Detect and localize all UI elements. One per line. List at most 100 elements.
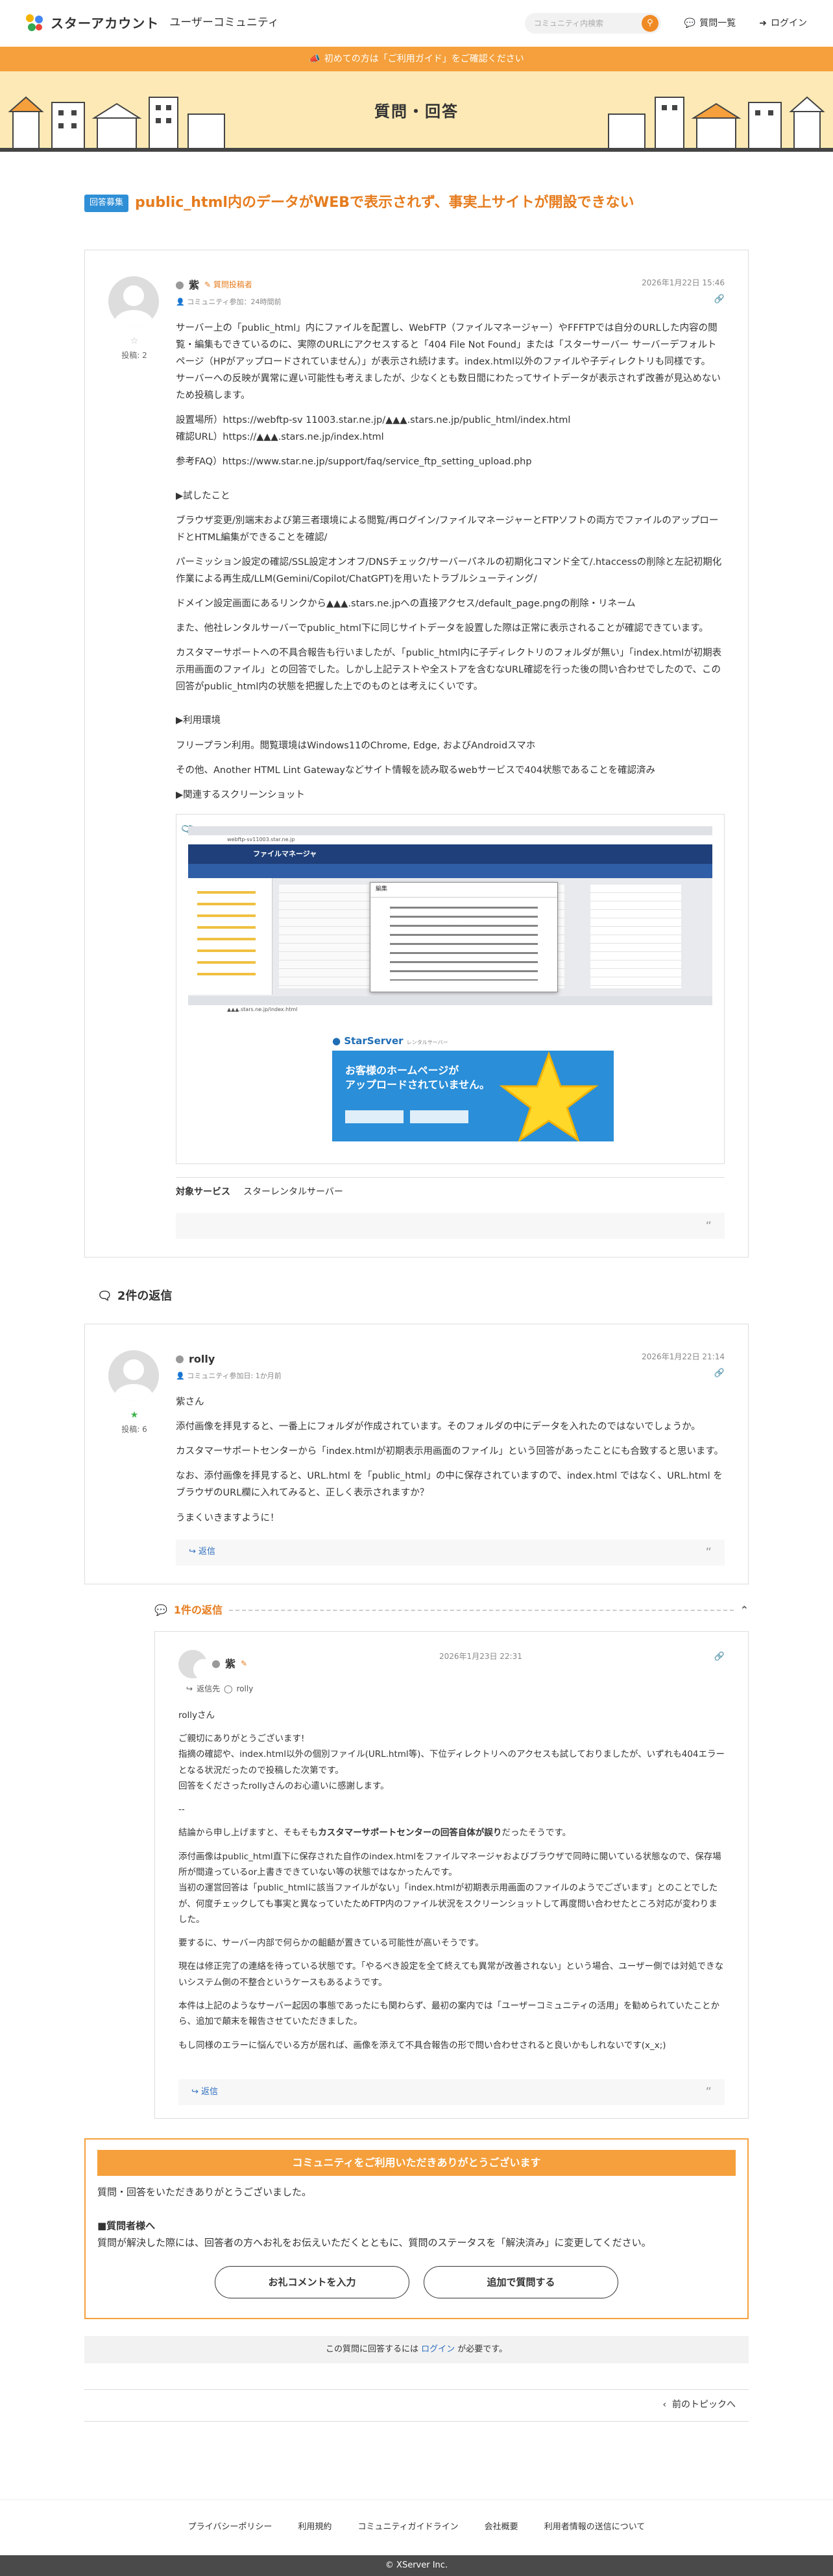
nav-login-label: ログイン — [771, 18, 807, 29]
services-value[interactable]: スターレンタルサーバー — [243, 1184, 343, 1200]
brand-sub: レンタルサーバー — [406, 1039, 448, 1045]
reply-card: ★ 投稿: 6 rolly 👤 コミュニティ参加日: 1か月前 2026年1月2… — [84, 1323, 749, 1584]
chat-bubbles-icon: 💬 — [684, 18, 696, 29]
notice-banner[interactable]: 📣 初めての方は「ご利用ガイド」をご確認ください — [0, 47, 833, 71]
paragraph: ご親切にありがとうございます! — [178, 1733, 305, 1744]
hero-banner: 質問・回答 — [0, 71, 833, 152]
paragraph: 設置場所）https://webftp-sv 11003.star.ne.jp/… — [176, 415, 571, 426]
chevron-up-icon[interactable]: ⌃ — [740, 1601, 749, 1619]
post-date: 2026年1月23日 22:31 — [439, 1651, 522, 1661]
join-info: 👤 コミュニティ参加：24時間前 — [176, 297, 282, 306]
fm-title: ファイルマネージャ — [188, 844, 712, 864]
reply-to-user[interactable]: rolly — [237, 1682, 254, 1696]
comments-icon: 💬 — [154, 1603, 167, 1616]
author-name[interactable]: 紫 — [225, 1655, 235, 1673]
reply-button[interactable]: ↪ 返信 — [191, 2085, 218, 2100]
message-line-1: お客様のホームページが — [345, 1064, 459, 1077]
replies-heading-text: 2件の返信 — [117, 1289, 173, 1304]
permalink-icon[interactable]: 🔗 — [642, 1366, 725, 1381]
footer-link-privacy[interactable]: プライバシーポリシー — [188, 2520, 272, 2535]
author-name[interactable]: 紫 — [189, 276, 199, 294]
quote-icon[interactable]: “ — [706, 1542, 712, 1563]
brand-text: StarServer — [344, 1034, 404, 1047]
fm-tree — [188, 877, 272, 995]
paragraph: 現在は修正完了の連絡を待っている状態です。「やるべき設定を全て終えても異常が改善… — [178, 1961, 724, 1988]
author-line: 紫 ✎ — [178, 1649, 247, 1678]
site-logo[interactable]: スターアカウント ユーザーコミュニティ — [26, 12, 279, 35]
post-date: 2026年1月22日 21:14 — [642, 1352, 725, 1361]
thanks-comment-button[interactable]: お礼コメントを入力 — [215, 2265, 409, 2298]
sub-replies-toggle[interactable]: 💬 1件の返信 ⌃ — [154, 1601, 749, 1619]
text-span: 結論から申し上げますと、そもそも — [178, 1828, 319, 1839]
megaphone-icon: 📣 — [309, 53, 320, 64]
small-avatar-icon: ◯ — [224, 1684, 233, 1693]
browser-tabbar — [188, 826, 712, 835]
reply-button[interactable]: ↪ 返信 — [189, 1545, 215, 1560]
copyright: © XServer Inc. — [0, 2555, 833, 2576]
search-input[interactable]: コミュニティ内検索 ⚲ — [524, 13, 661, 34]
attached-screenshot[interactable]: 📎 webftp-sv11003.star.ne.jp ファイルマネージャ 編集 — [176, 813, 725, 1164]
default-page: ● StarServer レンタルサーバー お客様のホームページが アップロード… — [188, 1014, 712, 1152]
paragraph: もし同様のエラーに悩んでいる方が居れば、画像を添えて不具合報告の形で問い合わせさ… — [178, 2040, 666, 2051]
prev-topic-nav: ‹ 前のトピックへ — [84, 2389, 749, 2422]
paragraph: その他、Another HTML Lint Gatewayなどサイト情報を読み取… — [176, 765, 655, 776]
permalink-icon[interactable]: 🔗 — [714, 1650, 725, 1665]
login-note-pre: この質問に回答するには — [325, 2344, 418, 2354]
nav-questions-link[interactable]: 💬 質問一覧 — [684, 16, 736, 32]
thanks-heading: コミュニティをご利用いただきありがとうございます — [97, 2149, 736, 2176]
quote-icon[interactable]: “ — [706, 1216, 712, 1237]
footer-link-terms[interactable]: 利用規約 — [298, 2520, 332, 2535]
avatar[interactable] — [108, 1350, 159, 1401]
status-badge: 回答募集 — [84, 194, 129, 212]
reply-footer-bar: ↪ 返信 “ — [176, 1539, 725, 1566]
paragraph: 結論から申し上げますと、そもそもカスタマーサポートセンターの回答自体が誤りだった… — [178, 1825, 725, 1841]
target-services: 対象サービス スターレンタルサーバー — [176, 1176, 725, 1200]
author-line: 紫 ✎ 質問投稿者 — [176, 276, 282, 294]
post-meta: 紫 ✎ 質問投稿者 👤 コミュニティ参加：24時間前 2026年1月22日 15… — [176, 276, 725, 308]
section-heading: ▶試したこと — [176, 490, 230, 501]
paragraph: ブラウザ変更/別端末および第三者環境による閲覧/再ログイン/ファイルマネージャー… — [176, 515, 719, 543]
post-date: 2026年1月22日 15:46 — [642, 278, 725, 287]
fm-file-types — [590, 884, 681, 988]
join-info: 👤 コミュニティ参加日: 1か月前 — [176, 1371, 282, 1380]
paragraph: サーバーへの反映が異常に遅い可能性も考えましたが、少なくとも数日間にわたってサイ… — [176, 374, 721, 401]
section-heading: ▶関連するスクリーンショット — [176, 789, 305, 800]
author-name[interactable]: rolly — [189, 1350, 215, 1368]
search-icon[interactable]: ⚲ — [641, 15, 658, 32]
top-bar: スターアカウント ユーザーコミュニティ コミュニティ内検索 ⚲ 💬 質問一覧 ➜… — [0, 0, 833, 47]
question-title: 回答募集 public_html内のデータがWEBで表示されず、事実上サイトが開… — [84, 191, 749, 216]
nested-reply-content: rollyさん ご親切にありがとうございます! 指摘の確認や、index.htm… — [178, 1708, 725, 2053]
status-dot-icon — [176, 281, 184, 289]
browser2-url: ▲▲▲.stars.ne.jp/index.html — [188, 1005, 712, 1014]
fm-toolbar — [188, 863, 712, 878]
post-count: 投稿: 6 — [121, 1425, 147, 1435]
thanks-text: 質問・回答をいただきありがとうございました。 — [97, 2186, 312, 2198]
footer-link-company[interactable]: 会社概要 — [485, 2520, 518, 2535]
question-footer-bar: “ — [176, 1213, 725, 1239]
footer-link-data-transmission[interactable]: 利用者情報の送信について — [544, 2520, 646, 2535]
logo-text: スターアカウント — [51, 15, 160, 31]
ask-more-button[interactable]: 追加で質問する — [424, 2265, 618, 2298]
login-link[interactable]: ログイン — [421, 2344, 455, 2354]
faq-link[interactable]: 参考FAQ）https://www.star.ne.jp/support/faq… — [176, 453, 725, 470]
avatar[interactable] — [178, 1649, 207, 1678]
paragraph: 本件は上記のようなサーバー起因の事態であったにも関わらず、最初の案内では「ユーザ… — [178, 2001, 720, 2027]
prev-topic-link[interactable]: ‹ 前のトピックへ — [663, 2397, 736, 2413]
permalink-icon[interactable]: 🔗 — [642, 292, 725, 307]
site-footer: プライバシーポリシー 利用規約 コミュニティガイドライン 会社概要 利用者情報の… — [0, 2499, 833, 2555]
main-content: 回答募集 public_html内のデータがWEBで表示されず、事実上サイトが開… — [84, 152, 749, 2422]
quote-icon[interactable]: “ — [706, 2082, 712, 2103]
avatar[interactable] — [108, 276, 159, 327]
nested-reply-card: 紫 ✎ 2026年1月23日 22:31 🔗 ↪ 返信先 ◯ rolly rol… — [154, 1630, 749, 2119]
rank-star-icon: ★ — [130, 1409, 139, 1420]
login-note-post: が必要です。 — [457, 2344, 507, 2354]
nav-login-link[interactable]: ➜ ログイン — [759, 16, 807, 32]
status-dot-icon — [176, 1355, 184, 1363]
text-span: だったそうです。 — [501, 1828, 572, 1839]
join-text: コミュニティ参加日: 1か月前 — [187, 1371, 282, 1380]
footer-link-guidelines[interactable]: コミュニティガイドライン — [357, 2520, 458, 2535]
login-icon: ➜ — [759, 18, 767, 29]
reply-arrow-icon: ↪ — [186, 1684, 193, 1693]
reply-button-label: 返信 — [199, 1547, 216, 1557]
reply-to-label: 返信先 — [197, 1684, 221, 1693]
